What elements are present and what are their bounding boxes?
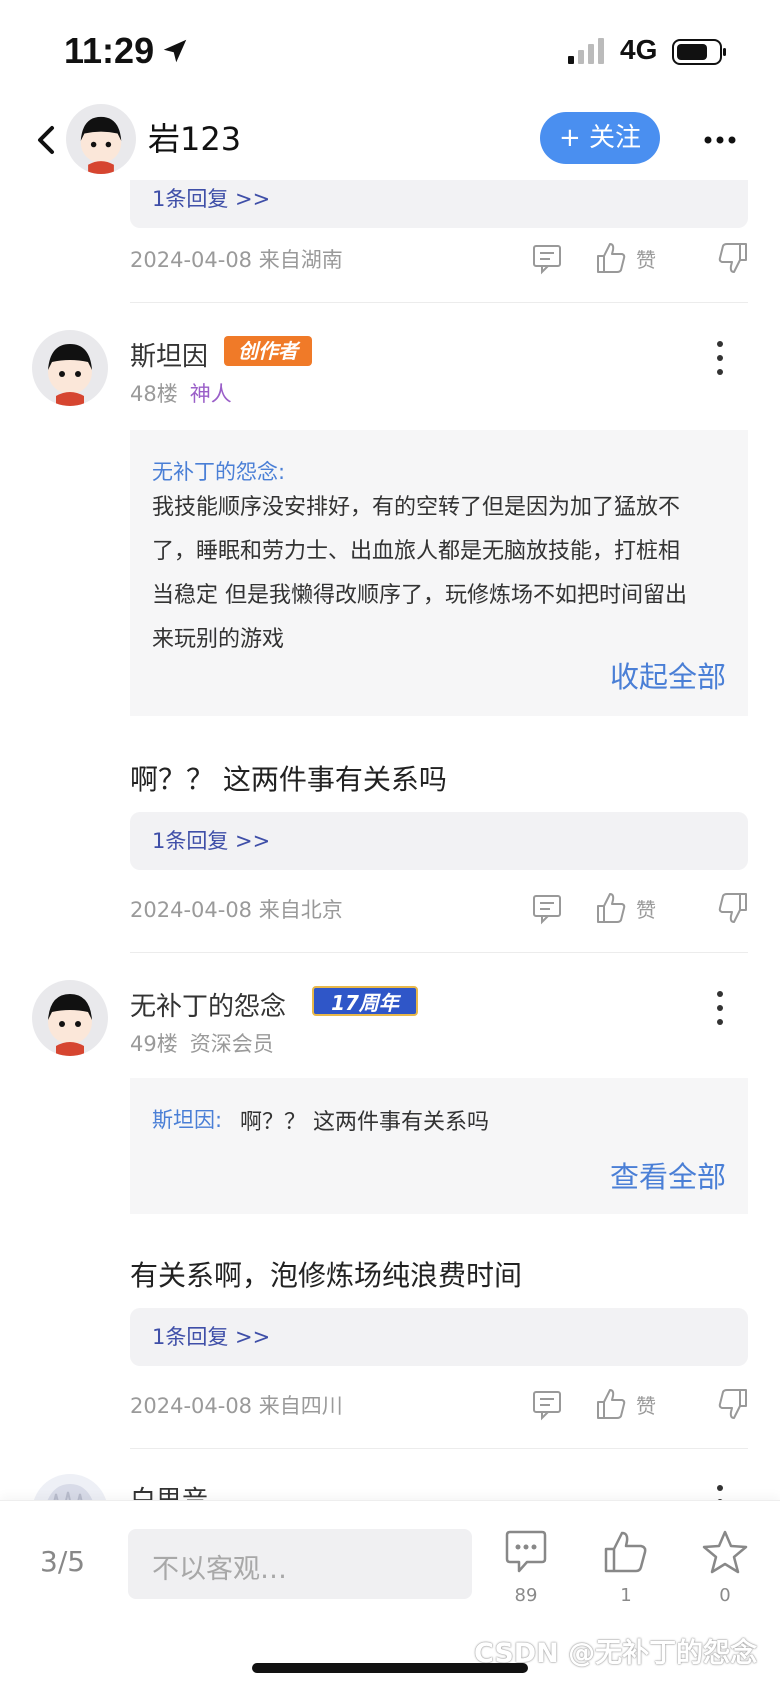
avatar[interactable] [32, 980, 108, 1056]
nav-header: 岩123 + 关注 [0, 100, 780, 180]
signal-icon [568, 38, 604, 64]
like-label[interactable]: 赞 [636, 894, 656, 923]
comment-date-location: 2024-04-08 来自湖南 [130, 248, 343, 272]
avatar-face-icon [48, 994, 92, 1056]
username[interactable]: 无补丁的怨念 [130, 986, 286, 1023]
thumbs-up-icon[interactable] [596, 238, 626, 278]
view-all-link[interactable]: 查看全部 [610, 1154, 726, 1196]
bottom-bar: 3/5 不以客观… 89 1 0 CSDN @无补丁的怨念 [0, 1500, 780, 1688]
status-bar: 11:29 4G [0, 0, 780, 100]
page-indicator[interactable]: 3/5 [40, 1545, 85, 1578]
avatar[interactable] [32, 330, 108, 406]
reply-link[interactable]: 1条回复 >> [130, 1308, 748, 1366]
quote-line: 当稳定 但是我懒得改顺序了，玩修炼场不如把时间留出 [152, 583, 687, 608]
more-dots-icon[interactable] [700, 120, 740, 160]
comment-list: 1条回复 >> 2024-04-08 来自湖南 赞 斯坦因 创作者 48楼 神人 … [0, 180, 780, 1500]
thumbs-down-icon[interactable] [718, 888, 748, 928]
user-level: 神人 [189, 382, 232, 406]
like-label[interactable]: 赞 [636, 244, 656, 273]
thumbs-up-icon[interactable] [596, 1384, 626, 1424]
comment-icon[interactable] [532, 888, 562, 928]
like-label[interactable]: 赞 [636, 1390, 656, 1419]
user-level: 资深会员 [189, 1032, 274, 1056]
avatar[interactable] [66, 104, 136, 174]
page-title: 岩123 [148, 120, 242, 158]
username[interactable]: 白思音 [130, 1480, 208, 1500]
favorite-count: 0 [719, 1585, 731, 1606]
battery-icon [672, 39, 726, 65]
quote-line: 我技能顺序没安排好，有的空转了但是因为加了猛放不 [152, 495, 681, 520]
network-type: 4G [620, 34, 658, 65]
quoted-comment[interactable]: 无补丁的怨念: 我技能顺序没安排好，有的空转了但是因为加了猛放不 了，睡眠和劳力… [130, 430, 748, 716]
follow-button[interactable]: + 关注 [540, 112, 660, 164]
comment-icon[interactable] [532, 238, 562, 278]
creator-badge: 创作者 [224, 336, 312, 366]
avatar[interactable] [32, 1474, 108, 1500]
star-icon[interactable] [702, 1529, 748, 1575]
kebab-icon[interactable] [712, 988, 728, 1028]
quote-line: 了，睡眠和劳力士、出血旅人都是无脑放技能，打桩相 [152, 539, 681, 564]
quote-text: 啊？？ 这两件事有关系吗 [240, 1110, 489, 1135]
thumbs-up-icon[interactable] [596, 888, 626, 928]
floor-number: 48楼 [130, 382, 178, 406]
divider [130, 302, 748, 303]
like-count: 1 [620, 1585, 632, 1606]
divider [130, 952, 748, 953]
comment-meta: 2024-04-08 来自四川 赞 [130, 1384, 748, 1424]
home-indicator[interactable] [252, 1663, 528, 1673]
comment-input[interactable]: 不以客观… [128, 1529, 472, 1599]
avatar-anime-icon [47, 1484, 93, 1500]
floor-number: 49楼 [130, 1032, 178, 1056]
reply-link[interactable]: 1条回复 >> [130, 812, 748, 870]
comment-count: 89 [514, 1585, 538, 1606]
username[interactable]: 斯坦因 [130, 336, 208, 373]
quote-author: 斯坦因: [152, 1108, 223, 1132]
divider [130, 1448, 748, 1449]
back-chevron-icon[interactable] [30, 120, 66, 160]
kebab-icon[interactable] [712, 1482, 728, 1500]
anniversary-badge: 17周年 [312, 986, 418, 1016]
comment-text: 有关系啊，泡修炼场纯浪费时间 [130, 1259, 523, 1292]
thumbs-down-icon[interactable] [718, 1384, 748, 1424]
avatar-face-icon [80, 116, 122, 174]
thumbs-down-icon[interactable] [718, 238, 748, 278]
quote-author: 无补丁的怨念: [152, 460, 286, 484]
comment-icon[interactable] [503, 1529, 549, 1575]
comment-meta: 2024-04-08 来自湖南 赞 [130, 238, 748, 278]
location-arrow-icon [163, 39, 187, 63]
status-time: 11:29 [64, 30, 155, 71]
comment-date-location: 2024-04-08 来自北京 [130, 898, 343, 922]
thumbs-up-icon[interactable] [603, 1529, 649, 1575]
comment-input-placeholder: 不以客观… [152, 1554, 287, 1585]
comment-text: 啊？？ 这两件事有关系吗 [130, 763, 447, 796]
comment-icon[interactable] [532, 1384, 562, 1424]
collapse-all-link[interactable]: 收起全部 [610, 654, 726, 696]
quote-text: 我技能顺序没安排好，有的空转了但是因为加了猛放不 了，睡眠和劳力士、出血旅人都是… [152, 486, 732, 662]
avatar-face-icon [48, 344, 92, 406]
comment-date-location: 2024-04-08 来自四川 [130, 1394, 343, 1418]
reply-link[interactable]: 1条回复 >> [130, 180, 748, 228]
kebab-icon[interactable] [712, 338, 728, 378]
quoted-comment[interactable]: 斯坦因: 啊？？ 这两件事有关系吗 查看全部 [130, 1078, 748, 1214]
comment-meta: 2024-04-08 来自北京 赞 [130, 888, 748, 928]
floor-info: 49楼 资深会员 [130, 1028, 274, 1058]
floor-info: 48楼 神人 [130, 378, 232, 408]
